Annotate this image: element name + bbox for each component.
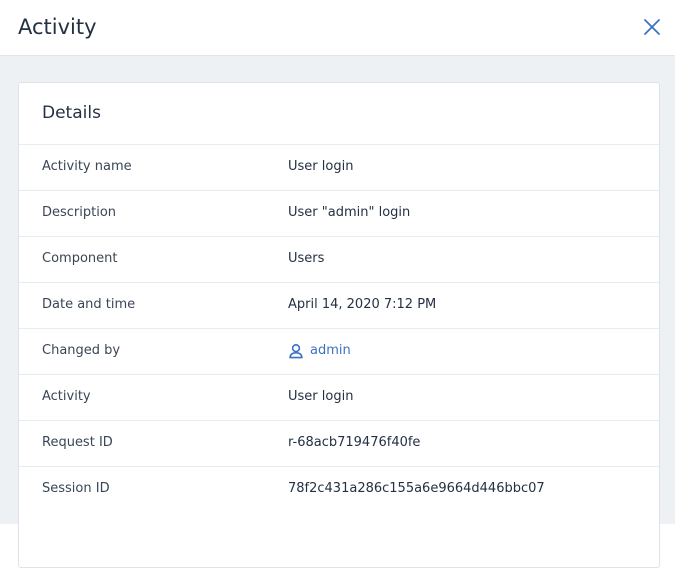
details-list: Activity name User login Description Use… xyxy=(19,144,659,512)
detail-row-date-time: Date and time April 14, 2020 7:12 PM xyxy=(19,282,659,328)
panel-title: Activity xyxy=(18,15,97,39)
detail-label: Request ID xyxy=(42,435,113,450)
detail-value: Users xyxy=(288,251,325,266)
detail-row-component: Component Users xyxy=(19,236,659,282)
changed-by-user-link[interactable]: admin xyxy=(288,342,351,360)
detail-value: 78f2c431a286c155a6e9664d446bbc07 xyxy=(288,481,545,496)
detail-row-session-id: Session ID 78f2c431a286c155a6e9664d446bb… xyxy=(19,466,659,512)
user-icon xyxy=(289,343,303,359)
panel-content: Details Activity name User login Descrip… xyxy=(0,56,675,568)
close-button[interactable] xyxy=(639,14,665,40)
detail-value: r-68acb719476f40fe xyxy=(288,435,421,450)
detail-value: User "admin" login xyxy=(288,205,411,220)
detail-label: Component xyxy=(42,251,118,266)
detail-value: April 14, 2020 7:12 PM xyxy=(288,297,437,312)
detail-row-description: Description User "admin" login xyxy=(19,190,659,236)
detail-row-changed-by: Changed by admin xyxy=(19,328,659,374)
detail-row-request-id: Request ID r-68acb719476f40fe xyxy=(19,420,659,466)
detail-label: Session ID xyxy=(42,481,110,496)
detail-label: Date and time xyxy=(42,297,136,312)
details-card: Details Activity name User login Descrip… xyxy=(18,82,660,568)
detail-label: Description xyxy=(42,205,117,220)
detail-label: Changed by xyxy=(42,343,121,358)
detail-row-activity: Activity User login xyxy=(19,374,659,420)
detail-label: Activity xyxy=(42,389,91,404)
changed-by-user-name: admin xyxy=(310,343,351,358)
details-title: Details xyxy=(42,103,101,123)
close-icon xyxy=(644,19,660,35)
detail-label: Activity name xyxy=(42,159,132,174)
detail-value: User login xyxy=(288,389,354,404)
panel-header: Activity xyxy=(0,0,675,56)
detail-value: User login xyxy=(288,159,354,174)
detail-row-activity-name: Activity name User login xyxy=(19,144,659,190)
